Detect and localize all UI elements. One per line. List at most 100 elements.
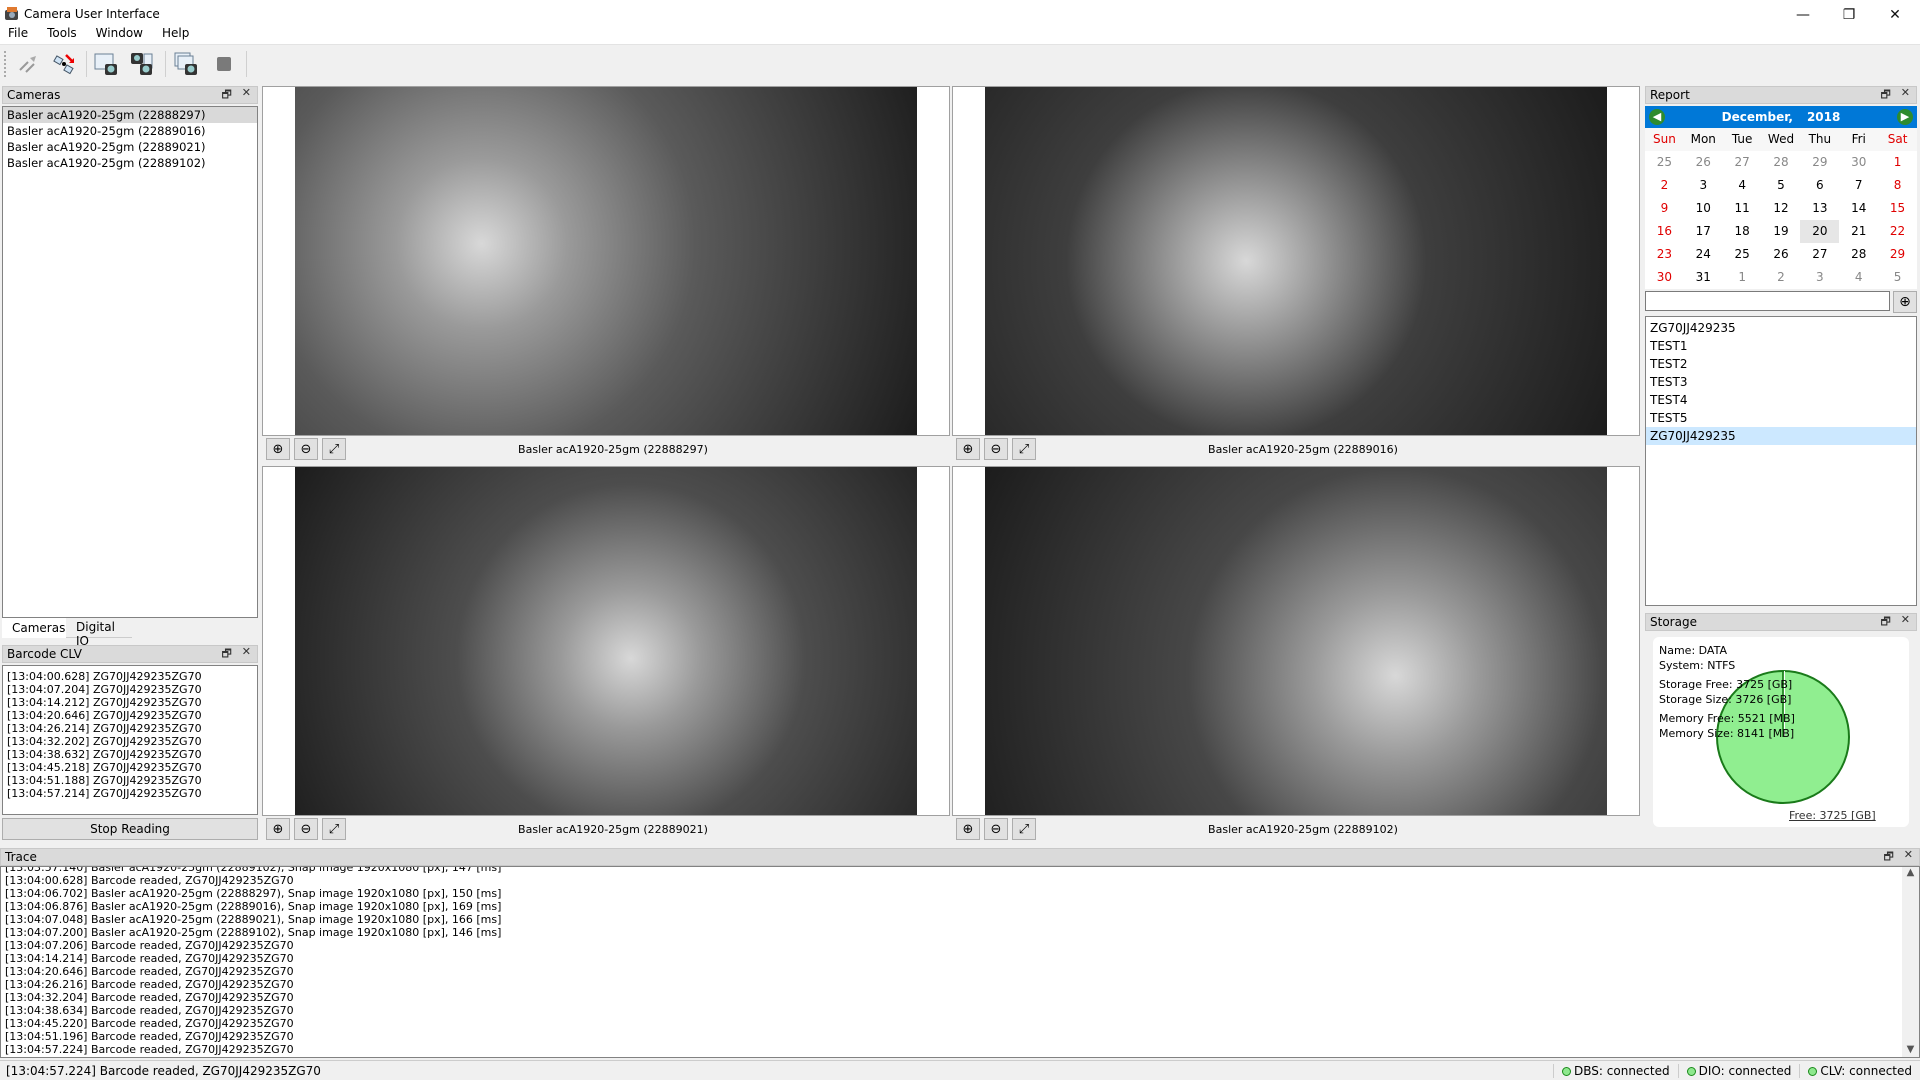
calendar-day[interactable]: 2 bbox=[1645, 174, 1684, 197]
calendar-day[interactable]: 14 bbox=[1839, 197, 1878, 220]
close-icon[interactable]: ✕ bbox=[242, 86, 251, 105]
calendar-day[interactable]: 28 bbox=[1839, 243, 1878, 266]
calendar-day[interactable]: 7 bbox=[1839, 174, 1878, 197]
camera-list-item[interactable]: Basler acA1920-25gm (22889021) bbox=[3, 139, 257, 155]
calendar-day[interactable]: 23 bbox=[1645, 243, 1684, 266]
calendar-day[interactable]: 1 bbox=[1723, 266, 1762, 289]
calendar-day[interactable]: 31 bbox=[1684, 266, 1723, 289]
menu-file[interactable]: File bbox=[8, 26, 28, 40]
camera-image[interactable] bbox=[262, 86, 950, 436]
calendar-month[interactable]: December, bbox=[1722, 110, 1793, 124]
fit-view-button[interactable]: ⤢ bbox=[1012, 818, 1036, 840]
next-month-button[interactable]: ▶ bbox=[1897, 109, 1913, 125]
float-icon[interactable]: 🗗 bbox=[1883, 848, 1893, 867]
calendar-day[interactable]: 27 bbox=[1800, 243, 1839, 266]
zoom-out-button[interactable]: ⊖ bbox=[294, 438, 318, 460]
zoom-in-button[interactable]: ⊕ bbox=[956, 818, 980, 840]
report-list-item[interactable]: ZG70JJ429235 bbox=[1646, 319, 1916, 337]
connect-button[interactable] bbox=[50, 50, 78, 78]
report-list-item[interactable]: TEST2 bbox=[1646, 355, 1916, 373]
calendar-day[interactable]: 29 bbox=[1800, 151, 1839, 174]
calendar-day[interactable]: 6 bbox=[1800, 174, 1839, 197]
calendar-day[interactable]: 12 bbox=[1762, 197, 1801, 220]
calendar-day[interactable]: 10 bbox=[1684, 197, 1723, 220]
scroll-up-icon[interactable]: ▲ bbox=[1902, 867, 1919, 878]
zoom-out-button[interactable]: ⊖ bbox=[984, 438, 1008, 460]
camera-image[interactable] bbox=[262, 466, 950, 816]
calendar-day[interactable]: 30 bbox=[1839, 151, 1878, 174]
calendar-day[interactable]: 29 bbox=[1878, 243, 1917, 266]
report-list-item[interactable]: TEST1 bbox=[1646, 337, 1916, 355]
zoom-out-button[interactable]: ⊖ bbox=[984, 818, 1008, 840]
float-icon[interactable]: 🗗 bbox=[1880, 613, 1890, 632]
stop-button[interactable] bbox=[210, 50, 238, 78]
calendar-day[interactable]: 26 bbox=[1762, 243, 1801, 266]
report-list-item[interactable]: TEST3 bbox=[1646, 373, 1916, 391]
float-icon[interactable]: 🗗 bbox=[221, 86, 231, 105]
calendar-day[interactable]: 4 bbox=[1839, 266, 1878, 289]
calendar-day[interactable]: 3 bbox=[1684, 174, 1723, 197]
zoom-out-button[interactable]: ⊖ bbox=[294, 818, 318, 840]
calendar-day[interactable]: 8 bbox=[1878, 174, 1917, 197]
calendar-year[interactable]: 2018 bbox=[1807, 110, 1840, 124]
camera-image[interactable] bbox=[952, 86, 1640, 436]
trace-scrollbar[interactable]: ▲ ▼ bbox=[1902, 867, 1919, 1057]
tab-digital-io[interactable]: Digital IO bbox=[66, 618, 132, 648]
camera-list-item[interactable]: Basler acA1920-25gm (22888297) bbox=[3, 107, 257, 123]
float-icon[interactable]: 🗗 bbox=[221, 645, 231, 664]
menu-window[interactable]: Window bbox=[96, 26, 143, 40]
zoom-in-button[interactable]: ⊕ bbox=[266, 818, 290, 840]
calendar-day[interactable]: 28 bbox=[1762, 151, 1801, 174]
toolbar-grip[interactable] bbox=[4, 51, 7, 77]
snap-continuous-button[interactable] bbox=[172, 50, 200, 78]
close-icon[interactable]: ✕ bbox=[1901, 86, 1910, 105]
camera-list-item[interactable]: Basler acA1920-25gm (22889016) bbox=[3, 123, 257, 139]
calendar-day[interactable]: 24 bbox=[1684, 243, 1723, 266]
calendar-day[interactable]: 4 bbox=[1723, 174, 1762, 197]
calendar-day[interactable]: 25 bbox=[1645, 151, 1684, 174]
calendar-day[interactable]: 9 bbox=[1645, 197, 1684, 220]
report-search-input[interactable] bbox=[1645, 291, 1890, 311]
menu-help[interactable]: Help bbox=[162, 26, 189, 40]
calendar-day[interactable]: 30 bbox=[1645, 266, 1684, 289]
calendar-day[interactable]: 18 bbox=[1723, 220, 1762, 243]
calendar-day[interactable]: 16 bbox=[1645, 220, 1684, 243]
calendar-day[interactable]: 19 bbox=[1762, 220, 1801, 243]
fit-view-button[interactable]: ⤢ bbox=[322, 438, 346, 460]
calendar-day[interactable]: 15 bbox=[1878, 197, 1917, 220]
prev-month-button[interactable]: ◀ bbox=[1649, 109, 1665, 125]
report-list-item[interactable]: TEST4 bbox=[1646, 391, 1916, 409]
zoom-in-button[interactable]: ⊕ bbox=[956, 438, 980, 460]
camera-image[interactable] bbox=[952, 466, 1640, 816]
calendar-day[interactable]: 3 bbox=[1800, 266, 1839, 289]
snap-all-button[interactable] bbox=[128, 50, 156, 78]
close-icon[interactable]: ✕ bbox=[242, 645, 251, 664]
snap-single-button[interactable] bbox=[92, 50, 120, 78]
report-list-item[interactable]: TEST5 bbox=[1646, 409, 1916, 427]
scroll-down-icon[interactable]: ▼ bbox=[1902, 1044, 1919, 1055]
calendar-day[interactable]: 21 bbox=[1839, 220, 1878, 243]
search-button[interactable]: ⊕ bbox=[1893, 291, 1917, 313]
fit-view-button[interactable]: ⤢ bbox=[322, 818, 346, 840]
calendar-day[interactable]: 5 bbox=[1878, 266, 1917, 289]
fit-view-button[interactable]: ⤢ bbox=[1012, 438, 1036, 460]
camera-list-item[interactable]: Basler acA1920-25gm (22889102) bbox=[3, 155, 257, 171]
menu-tools[interactable]: Tools bbox=[47, 26, 77, 40]
calendar-day[interactable]: 20 bbox=[1800, 220, 1840, 243]
calendar-day[interactable]: 11 bbox=[1723, 197, 1762, 220]
calendar-day[interactable]: 26 bbox=[1684, 151, 1723, 174]
stop-reading-button[interactable]: Stop Reading bbox=[2, 818, 258, 840]
tab-cameras[interactable]: Cameras bbox=[2, 618, 66, 638]
disconnect-button[interactable] bbox=[14, 50, 42, 78]
calendar-day[interactable]: 25 bbox=[1723, 243, 1762, 266]
float-icon[interactable]: 🗗 bbox=[1880, 86, 1890, 105]
report-list-item[interactable]: ZG70JJ429235 bbox=[1646, 427, 1916, 445]
calendar-day[interactable]: 27 bbox=[1723, 151, 1762, 174]
close-icon[interactable]: ✕ bbox=[1901, 613, 1910, 632]
calendar-day[interactable]: 13 bbox=[1800, 197, 1839, 220]
zoom-in-button[interactable]: ⊕ bbox=[266, 438, 290, 460]
calendar-day[interactable]: 1 bbox=[1878, 151, 1917, 174]
calendar-day[interactable]: 17 bbox=[1684, 220, 1723, 243]
calendar-day[interactable]: 5 bbox=[1762, 174, 1801, 197]
calendar-day[interactable]: 22 bbox=[1878, 220, 1917, 243]
